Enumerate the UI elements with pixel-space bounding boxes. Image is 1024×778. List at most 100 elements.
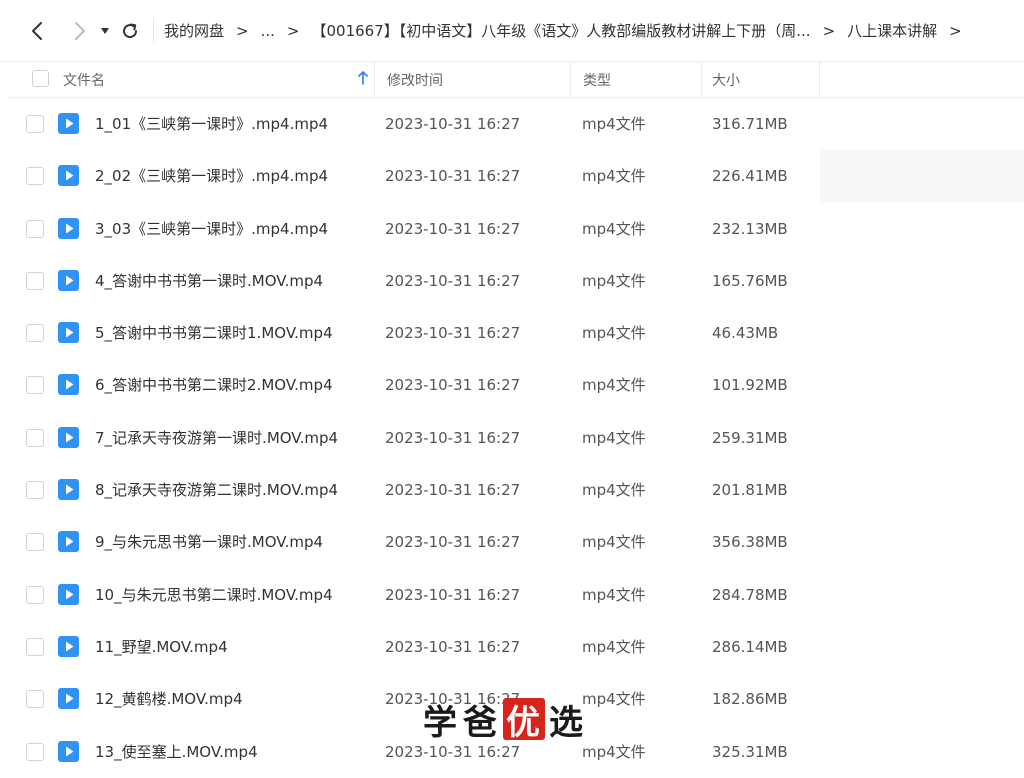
file-name[interactable]: 2_02《三峡第一课时》.mp4.mp4 bbox=[95, 150, 328, 202]
arrow-up-icon[interactable] bbox=[358, 71, 368, 89]
file-row[interactable]: 9_与朱元思书第一课时.MOV.mp4 2023-10-31 16:27 mp4文件… bbox=[8, 516, 1024, 568]
file-size: 226.41MB bbox=[712, 167, 788, 186]
breadcrumb-current[interactable]: 八上课本讲解 bbox=[847, 20, 937, 41]
row-checkbox[interactable] bbox=[26, 533, 44, 552]
file-type: mp4文件 bbox=[582, 271, 646, 290]
file-size: 232.13MB bbox=[712, 219, 788, 238]
file-size: 46.43MB bbox=[712, 324, 779, 343]
file-name[interactable]: 5_答谢中书书第二课时1.MOV.mp4 bbox=[95, 307, 333, 359]
file-size: 259.31MB bbox=[712, 428, 788, 447]
video-file-icon bbox=[58, 583, 79, 605]
history-dropdown-button[interactable] bbox=[93, 13, 117, 49]
row-checkbox[interactable] bbox=[26, 742, 44, 761]
breadcrumb-separator: > bbox=[236, 21, 249, 40]
row-checkbox[interactable] bbox=[26, 690, 44, 709]
file-name[interactable]: 6_答谢中书书第二课时2.MOV.mp4 bbox=[95, 359, 333, 411]
file-type: mp4文件 bbox=[582, 637, 646, 656]
column-header-name[interactable]: 文件名 bbox=[8, 62, 375, 98]
file-modified-time: 2023-10-31 16:27 bbox=[385, 376, 521, 395]
breadcrumb-separator: > bbox=[286, 21, 300, 40]
file-modified-time: 2023-10-31 16:27 bbox=[385, 219, 521, 238]
video-file-icon bbox=[58, 374, 79, 396]
file-type: mp4文件 bbox=[582, 167, 646, 186]
row-checkbox[interactable] bbox=[26, 376, 44, 395]
file-row[interactable]: 7_记承天寺夜游第一课时.MOV.mp4 2023-10-31 16:27 mp4文… bbox=[8, 412, 1024, 464]
file-type: mp4文件 bbox=[582, 324, 646, 343]
file-manager-window: 我的网盘 > ... > 【001667】【初中语文】八年级《语文》人教部编版教… bbox=[0, 0, 1024, 778]
file-name[interactable]: 13_使至塞上.MOV.mp4 bbox=[95, 726, 258, 778]
file-size: 325.31MB bbox=[712, 742, 788, 761]
video-file-icon bbox=[58, 426, 79, 448]
file-type: mp4文件 bbox=[582, 376, 646, 395]
file-row[interactable]: 2_02《三峡第一课时》.mp4.mp4 2023-10-31 16:27 mp4文… bbox=[8, 150, 1024, 203]
video-file-icon bbox=[58, 740, 79, 762]
forward-button[interactable] bbox=[61, 13, 97, 49]
refresh-icon bbox=[123, 23, 138, 38]
file-row[interactable]: 8_记承天寺夜游第二课时.MOV.mp4 2023-10-31 16:27 mp4文… bbox=[8, 464, 1024, 516]
file-size: 165.76MB bbox=[712, 271, 788, 290]
file-type: mp4文件 bbox=[582, 533, 646, 552]
file-name[interactable]: 11_野望.MOV.mp4 bbox=[95, 621, 228, 673]
row-checkbox[interactable] bbox=[26, 115, 44, 133]
breadcrumb-root[interactable]: 我的网盘 bbox=[164, 20, 224, 41]
file-row[interactable]: 10_与朱元思书第二课时.MOV.mp4 2023-10-31 16:27 mp4文… bbox=[8, 569, 1024, 621]
watermark-char: 学 bbox=[423, 702, 459, 743]
file-list: 1_01《三峡第一课时》.mp4.mp4 2023-10-31 16:27 mp4文… bbox=[8, 98, 1024, 778]
row-checkbox[interactable] bbox=[26, 219, 44, 238]
file-modified-time: 2023-10-31 16:27 bbox=[385, 481, 521, 500]
file-name[interactable]: 8_记承天寺夜游第二课时.MOV.mp4 bbox=[95, 464, 338, 516]
breadcrumb-ellipsis[interactable]: ... bbox=[261, 22, 275, 40]
row-checkbox[interactable] bbox=[26, 167, 44, 186]
breadcrumb-folder[interactable]: 【001667】【初中语文】八年级《语文》人教部编版教材讲解上下册（周... bbox=[311, 20, 810, 41]
video-file-icon bbox=[58, 635, 79, 657]
file-list-header: 文件名 修改时间 类型 大小 bbox=[8, 62, 1024, 98]
row-checkbox[interactable] bbox=[26, 271, 44, 290]
video-file-icon bbox=[58, 479, 79, 501]
chevron-left-icon bbox=[32, 21, 42, 40]
refresh-button[interactable] bbox=[115, 13, 145, 49]
video-file-icon bbox=[58, 269, 79, 291]
file-modified-time: 2023-10-31 16:27 bbox=[385, 271, 521, 290]
row-checkbox[interactable] bbox=[26, 324, 44, 343]
watermark-char: 优 bbox=[506, 702, 542, 743]
file-name[interactable]: 10_与朱元思书第二课时.MOV.mp4 bbox=[95, 569, 333, 621]
file-name[interactable]: 7_记承天寺夜游第一课时.MOV.mp4 bbox=[95, 412, 338, 464]
file-modified-time: 2023-10-31 16:27 bbox=[385, 428, 521, 447]
file-type: mp4文件 bbox=[582, 428, 646, 447]
back-button[interactable] bbox=[20, 13, 56, 49]
file-type: mp4文件 bbox=[582, 219, 646, 238]
row-checkbox[interactable] bbox=[26, 481, 44, 500]
column-header-type[interactable]: 类型 bbox=[571, 62, 702, 98]
breadcrumb: 我的网盘 > ... > 【001667】【初中语文】八年级《语文》人教部编版教… bbox=[164, 0, 974, 62]
video-file-icon bbox=[58, 688, 79, 710]
file-name[interactable]: 12_黄鹤楼.MOV.mp4 bbox=[95, 673, 243, 725]
video-file-icon bbox=[58, 165, 79, 187]
row-checkbox[interactable] bbox=[26, 637, 44, 656]
file-name[interactable]: 9_与朱元思书第一课时.MOV.mp4 bbox=[95, 516, 323, 568]
toolbar-divider bbox=[153, 18, 154, 43]
column-header-size[interactable]: 大小 bbox=[702, 62, 820, 98]
row-checkbox[interactable] bbox=[26, 428, 44, 447]
breadcrumb-separator: > bbox=[822, 21, 836, 40]
file-type: mp4文件 bbox=[582, 742, 646, 761]
file-row[interactable]: 11_野望.MOV.mp4 2023-10-31 16:27 mp4文件 286.14… bbox=[8, 621, 1024, 673]
column-header-type-label: 类型 bbox=[583, 73, 611, 89]
file-row[interactable]: 3_03《三峡第一课时》.mp4.mp4 2023-10-31 16:27 mp4文… bbox=[8, 203, 1024, 255]
file-type: mp4文件 bbox=[582, 585, 646, 604]
watermark-char: 爸 bbox=[463, 702, 499, 743]
row-checkbox[interactable] bbox=[26, 585, 44, 604]
column-header-modified[interactable]: 修改时间 bbox=[375, 62, 571, 98]
file-name[interactable]: 1_01《三峡第一课时》.mp4.mp4 bbox=[95, 98, 328, 150]
file-row[interactable]: 4_答谢中书书第一课时.MOV.mp4 2023-10-31 16:27 mp4文件… bbox=[8, 255, 1024, 307]
watermark-highlight: 优 bbox=[503, 698, 545, 743]
file-row[interactable]: 1_01《三峡第一课时》.mp4.mp4 2023-10-31 16:27 mp4文… bbox=[8, 98, 1024, 150]
caret-down-icon bbox=[101, 27, 109, 34]
file-name[interactable]: 4_答谢中书书第一课时.MOV.mp4 bbox=[95, 255, 323, 307]
file-name[interactable]: 3_03《三峡第一课时》.mp4.mp4 bbox=[95, 203, 328, 255]
file-row[interactable]: 6_答谢中书书第二课时2.MOV.mp4 2023-10-31 16:27 mp4文… bbox=[8, 359, 1024, 411]
file-modified-time: 2023-10-31 16:27 bbox=[385, 637, 521, 656]
file-size: 182.86MB bbox=[712, 690, 788, 709]
file-size: 356.38MB bbox=[712, 533, 788, 552]
file-type: mp4文件 bbox=[582, 481, 646, 500]
file-row[interactable]: 5_答谢中书书第二课时1.MOV.mp4 2023-10-31 16:27 mp4文… bbox=[8, 307, 1024, 359]
